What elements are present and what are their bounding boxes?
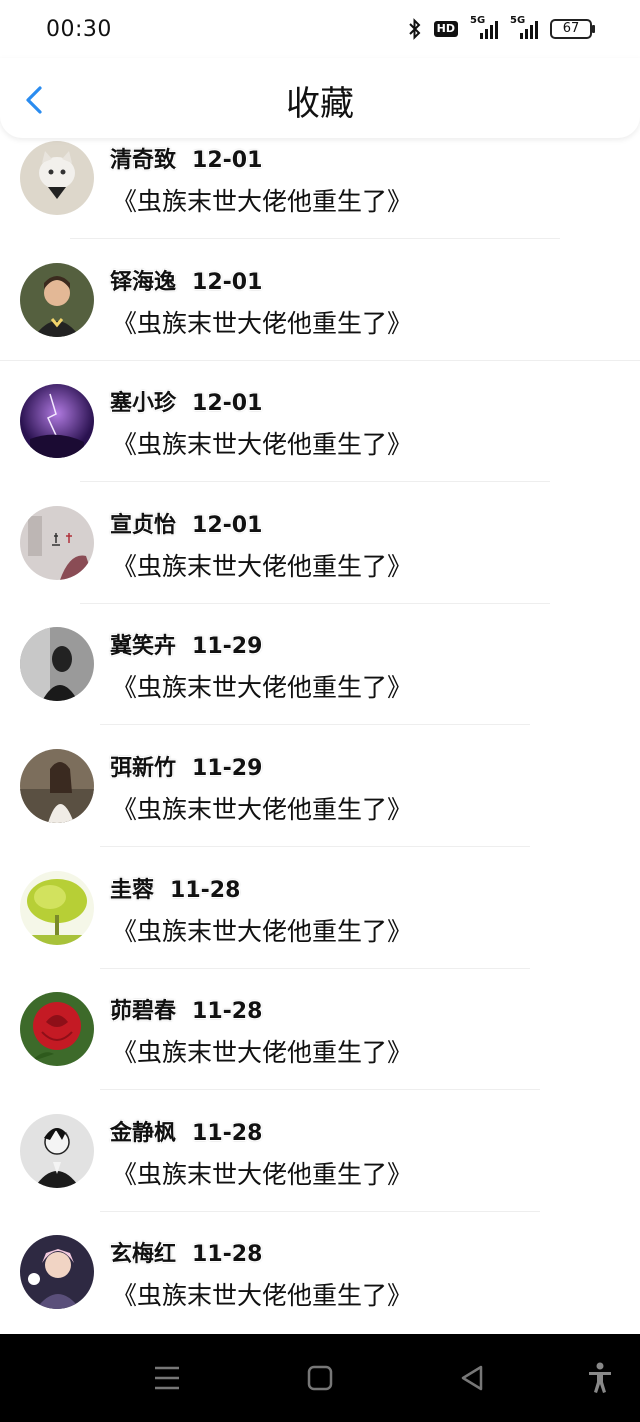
avatar — [20, 870, 94, 945]
item-date: 11-28 — [192, 1120, 263, 1146]
divider — [100, 845, 530, 847]
list-item[interactable]: 圭蓉 11-28 《虫族末世大佬他重生了》 — [0, 868, 640, 990]
item-date: 12-01 — [192, 148, 263, 173]
item-meta: 玄梅红 11-28 — [110, 1236, 262, 1268]
item-date: 12-01 — [192, 512, 263, 538]
item-date: 11-28 — [192, 999, 263, 1025]
list-item[interactable]: 冀笑卉 11-29 《虫族末世大佬他重生了》 — [0, 624, 640, 746]
hd-badge: HD — [433, 21, 458, 37]
page-title: 收藏 — [286, 84, 354, 124]
back-triangle-icon[interactable] — [459, 1362, 485, 1394]
item-meta: 宣贞怡 12-01 — [110, 507, 262, 539]
user-name: 玄梅红 — [110, 1242, 177, 1268]
user-name: 弭新竹 — [110, 755, 177, 781]
user-name: 宣贞怡 — [110, 512, 177, 538]
list-item[interactable]: 铎海逸 12-01 《虫族末世大佬他重生了》 — [0, 260, 640, 382]
item-meta: 冀笑卉 11-29 — [110, 628, 262, 660]
item-meta: 铎海逸 12-01 — [110, 264, 262, 296]
item-meta: 塞小珍 12-01 — [110, 385, 262, 417]
book-title[interactable]: 《虫族末世大佬他重生了》 — [112, 790, 412, 826]
avatar — [20, 384, 94, 459]
signal-icon-2: 5G — [510, 15, 538, 39]
network-type-1: 5G — [470, 15, 486, 26]
avatar — [20, 505, 94, 580]
network-type-2: 5G — [510, 15, 526, 26]
divider — [100, 967, 530, 969]
item-meta: 清奇致 12-01 — [110, 142, 262, 174]
list-item[interactable]: 金静枫 11-28 《虫族末世大佬他重生了》 — [0, 1111, 640, 1233]
user-name: 茆碧春 — [110, 999, 177, 1025]
divider — [0, 359, 640, 361]
list-item[interactable]: 弭新竹 11-29 《虫族末世大佬他重生了》 — [0, 746, 640, 868]
user-name: 塞小珍 — [110, 391, 177, 417]
avatar — [20, 1113, 94, 1188]
user-name: 金静枫 — [110, 1120, 177, 1146]
book-title[interactable]: 《虫族末世大佬他重生了》 — [112, 182, 412, 218]
header-bar: 收藏 — [0, 58, 640, 138]
list-item[interactable]: 宣贞怡 12-01 《虫族末世大佬他重生了》 — [0, 503, 640, 625]
favorites-list: 清奇致 12-01 《虫族末世大佬他重生了》 铎海逸 12-01 《虫族末世大佬… — [0, 138, 640, 1354]
battery-icon: 67 — [550, 19, 595, 39]
home-icon[interactable] — [307, 1362, 333, 1394]
status-time: 00:30 — [46, 16, 112, 42]
book-title[interactable]: 《虫族末世大佬他重生了》 — [112, 668, 412, 704]
book-title[interactable]: 《虫族末世大佬他重生了》 — [112, 912, 412, 948]
divider — [80, 602, 550, 604]
avatar — [20, 992, 94, 1067]
item-meta: 圭蓉 11-28 — [110, 872, 240, 904]
book-title[interactable]: 《虫族末世大佬他重生了》 — [112, 1155, 412, 1191]
list-item[interactable]: 清奇致 12-01 《虫族末世大佬他重生了》 — [0, 138, 640, 260]
divider — [100, 1089, 540, 1091]
list-item[interactable]: 茆碧春 11-28 《虫族末世大佬他重生了》 — [0, 989, 640, 1111]
book-title[interactable]: 《虫族末世大佬他重生了》 — [112, 547, 412, 583]
avatar — [20, 1235, 94, 1310]
system-nav-bar — [0, 1334, 640, 1422]
item-meta: 弭新竹 11-29 — [110, 750, 262, 782]
divider — [100, 724, 530, 726]
item-meta: 金静枫 11-28 — [110, 1115, 262, 1147]
item-date: 12-01 — [192, 269, 263, 295]
book-title[interactable]: 《虫族末世大佬他重生了》 — [112, 1033, 412, 1069]
avatar — [20, 748, 94, 823]
divider — [80, 481, 550, 483]
status-bar: 00:30 HD 5G 5G 67 — [0, 0, 640, 58]
user-name: 清奇致 — [110, 148, 177, 173]
user-name: 圭蓉 — [110, 877, 155, 903]
user-name: 冀笑卉 — [110, 634, 177, 660]
avatar — [20, 262, 94, 337]
bluetooth-icon — [408, 18, 421, 40]
item-date: 11-29 — [192, 634, 263, 660]
signal-icon-1: 5G — [470, 15, 498, 39]
status-icons: HD 5G 5G 67 — [408, 15, 595, 40]
menu-icon[interactable] — [153, 1362, 181, 1394]
divider — [100, 1210, 540, 1212]
book-title[interactable]: 《虫族末世大佬他重生了》 — [112, 304, 412, 340]
item-date: 11-28 — [170, 877, 241, 903]
accessibility-icon[interactable] — [587, 1362, 613, 1394]
avatar — [20, 141, 94, 215]
book-title[interactable]: 《虫族末世大佬他重生了》 — [112, 1276, 412, 1312]
item-date: 11-28 — [192, 1242, 263, 1268]
user-name: 铎海逸 — [110, 269, 177, 295]
item-date: 11-29 — [192, 755, 263, 781]
book-title[interactable]: 《虫族末世大佬他重生了》 — [112, 425, 412, 461]
divider — [70, 238, 560, 239]
item-meta: 茆碧春 11-28 — [110, 993, 262, 1025]
avatar — [20, 627, 94, 702]
list-item[interactable]: 塞小珍 12-01 《虫族末世大佬他重生了》 — [0, 381, 640, 503]
item-date: 12-01 — [192, 391, 263, 417]
